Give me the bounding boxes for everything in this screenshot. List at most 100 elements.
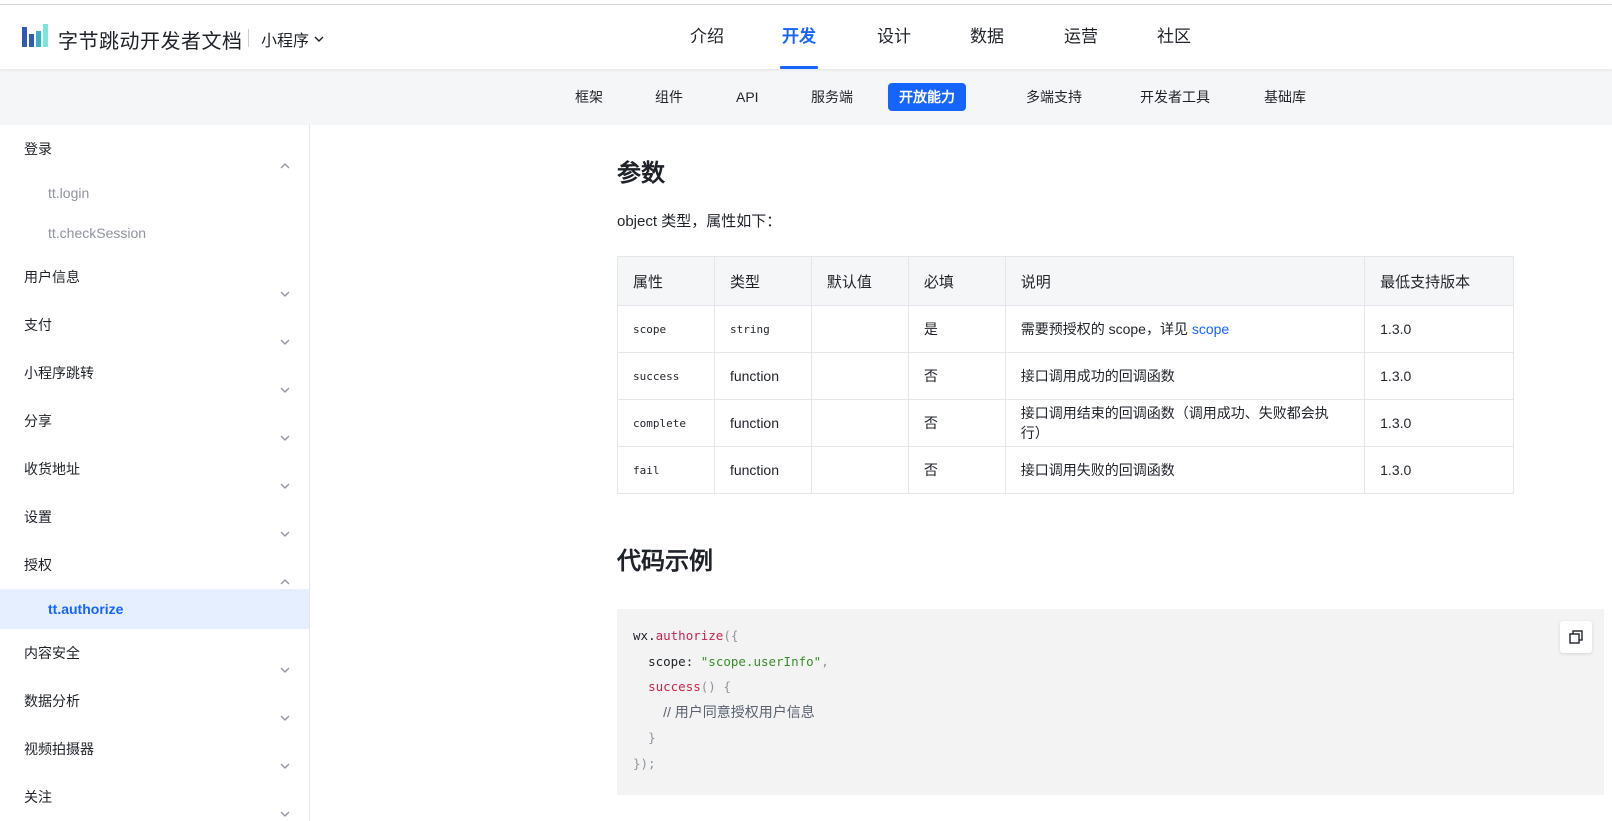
chevron-up-icon (279, 143, 291, 169)
sidebar-group-label: 关注 (24, 789, 52, 805)
param-desc-text: 需要预授权的 scope，详见 (1020, 321, 1192, 337)
sidebar-item[interactable]: tt.login (0, 173, 309, 213)
param-desc-text: 接口调用失败的回调函数 (1020, 462, 1175, 478)
subnav-item-6[interactable]: 开发者工具 (1129, 83, 1221, 111)
sidebar-group-label: 视频拍摄器 (24, 741, 94, 757)
table-header-cell: 必填 (907, 256, 1006, 306)
sidebar-group-label: 内容安全 (24, 645, 80, 661)
product-label: 小程序 (261, 33, 310, 50)
params-desc: object 类型，属性如下： (617, 213, 782, 230)
chevron-up-icon (279, 559, 291, 585)
table-header-cell: 说明 (1004, 256, 1366, 306)
sidebar-group[interactable]: 授权 (0, 541, 309, 589)
subnav-item-0[interactable]: 框架 (564, 83, 614, 111)
nav-tab-2[interactable]: 设计 (877, 5, 911, 69)
nav-tab-5[interactable]: 社区 (1157, 5, 1191, 69)
code-scope-key: scope (648, 653, 686, 669)
param-desc: 接口调用结束的回调函数（调用成功、失败都会执行） (1004, 399, 1366, 447)
nav-tab-3[interactable]: 数据 (970, 5, 1004, 69)
sidebar-group-label: 数据分析 (24, 693, 80, 709)
table-row: success function 否接口调用成功的回调函数 1.3.0 (617, 352, 1514, 400)
nav-tab-1[interactable]: 开发 (780, 5, 818, 69)
sidebar-group-label: 授权 (24, 557, 52, 573)
subnav-item-7[interactable]: 基础库 (1253, 83, 1317, 111)
code-scope-value: "scope.userInfo" (700, 653, 822, 669)
param-name: fail (617, 446, 715, 494)
subnav-item-4[interactable]: 开放能力 (888, 83, 966, 111)
top-header: 字节跳动开发者文档 小程序 介绍 开发 设计 数据 运营 社区 (0, 5, 1612, 69)
params-title: 参数 (617, 160, 665, 187)
param-required: 是 (907, 305, 1006, 353)
brand-divider (248, 29, 249, 47)
chevron-down-icon (279, 367, 291, 393)
chevron-down-icon (279, 695, 291, 721)
sidebar-group[interactable]: 关注 (0, 773, 309, 821)
brand-title[interactable]: 字节跳动开发者文档 (58, 25, 243, 54)
sidebar-group-label: 收货地址 (24, 461, 80, 477)
sidebar-group[interactable]: 支付 (0, 301, 309, 349)
sidebar-group-label: 用户信息 (24, 269, 80, 285)
sidebar-group-label: 支付 (24, 317, 52, 333)
sidebar-group[interactable]: 登录 (0, 125, 309, 173)
code-method: authorize (655, 628, 724, 643)
subnav-item-5[interactable]: 多端支持 (1015, 83, 1093, 111)
subnav-item-2[interactable]: API (725, 83, 770, 111)
param-type: function (713, 446, 812, 494)
param-default (810, 446, 909, 494)
chevron-down-icon (279, 511, 291, 537)
table-header-row: 属性 类型 默认值 必填 说明 最低支持版本 (617, 256, 1514, 306)
scope-link[interactable]: scope (1192, 321, 1229, 337)
param-name: scope (617, 305, 715, 353)
table-header-cell: 默认值 (810, 256, 909, 306)
sidebar-group[interactable]: 设置 (0, 493, 309, 541)
chevron-down-icon (279, 743, 291, 769)
param-type: string (713, 305, 812, 353)
sub-nav: 框架 组件 API 服务端 开放能力 多端支持 开发者工具 基础库 (0, 69, 1612, 125)
sidebar-group[interactable]: 视频拍摄器 (0, 725, 309, 773)
sidebar-item[interactable]: tt.checkSession (0, 213, 309, 253)
chevron-down-icon (279, 463, 291, 489)
sidebar-group-label: 小程序跳转 (24, 365, 94, 381)
sidebar-group[interactable]: 用户信息 (0, 253, 309, 301)
sidebar-group[interactable]: 收货地址 (0, 445, 309, 493)
param-default (810, 399, 909, 447)
param-required: 否 (907, 352, 1006, 400)
table-row: fail function 否接口调用失败的回调函数 1.3.0 (617, 446, 1514, 494)
logo-icon[interactable] (22, 23, 50, 49)
param-version: 1.3.0 (1364, 305, 1514, 353)
param-required: 否 (907, 399, 1006, 447)
code-comment: // 用户同意授权用户信息 (663, 703, 815, 720)
subnav-item-1[interactable]: 组件 (644, 83, 694, 111)
chevron-down-icon (279, 647, 291, 673)
nav-tab-0[interactable]: 介绍 (690, 5, 724, 69)
sidebar-group[interactable]: 小程序跳转 (0, 349, 309, 397)
param-version: 1.3.0 (1364, 446, 1514, 494)
params-table: 属性 类型 默认值 必填 说明 最低支持版本 scope string 是需要预授权的 sco… (617, 256, 1514, 494)
sidebar-group[interactable]: 内容安全 (0, 629, 309, 677)
table-row: complete function 否接口调用结束的回调函数（调用成功、失败都会执行… (617, 399, 1514, 447)
subnav-item-3[interactable]: 服务端 (800, 83, 864, 111)
param-required: 否 (907, 446, 1006, 494)
param-type: function (713, 399, 812, 447)
param-default (810, 305, 909, 353)
param-desc: 需要预授权的 scope，详见 scope (1004, 305, 1366, 353)
code-obj: wx (633, 628, 649, 643)
table-header-cell: 最低支持版本 (1364, 256, 1514, 306)
code-content: wx.authorize({ scope: "scope.userInfo", … (633, 628, 829, 771)
main-content: 参数 object 类型，属性如下： 属性 类型 默认值 必填 说明 最低支持版本 sco… (310, 125, 1612, 821)
chevron-down-icon (279, 415, 291, 441)
copy-code-button[interactable] (1560, 621, 1592, 653)
chevron-down-icon (279, 319, 291, 345)
param-version: 1.3.0 (1364, 399, 1514, 447)
sidebar-group-label: 设置 (24, 509, 52, 525)
nav-tab-4[interactable]: 运营 (1064, 5, 1098, 69)
sidebar-group[interactable]: 数据分析 (0, 677, 309, 725)
table-header-cell: 类型 (713, 256, 812, 306)
param-desc-text: 接口调用成功的回调函数 (1020, 368, 1175, 384)
sidebar-group[interactable]: 分享 (0, 397, 309, 445)
table-row: scope string 是需要预授权的 scope，详见 scope 1.3.0 (617, 305, 1514, 353)
product-switcher[interactable]: 小程序 (261, 27, 325, 51)
sidebar: 登录 tt.login tt.checkSession 用户信息支付小程序跳转分享收货… (0, 125, 310, 821)
param-type: function (713, 352, 812, 400)
sidebar-item[interactable]: tt.authorize (0, 589, 309, 629)
